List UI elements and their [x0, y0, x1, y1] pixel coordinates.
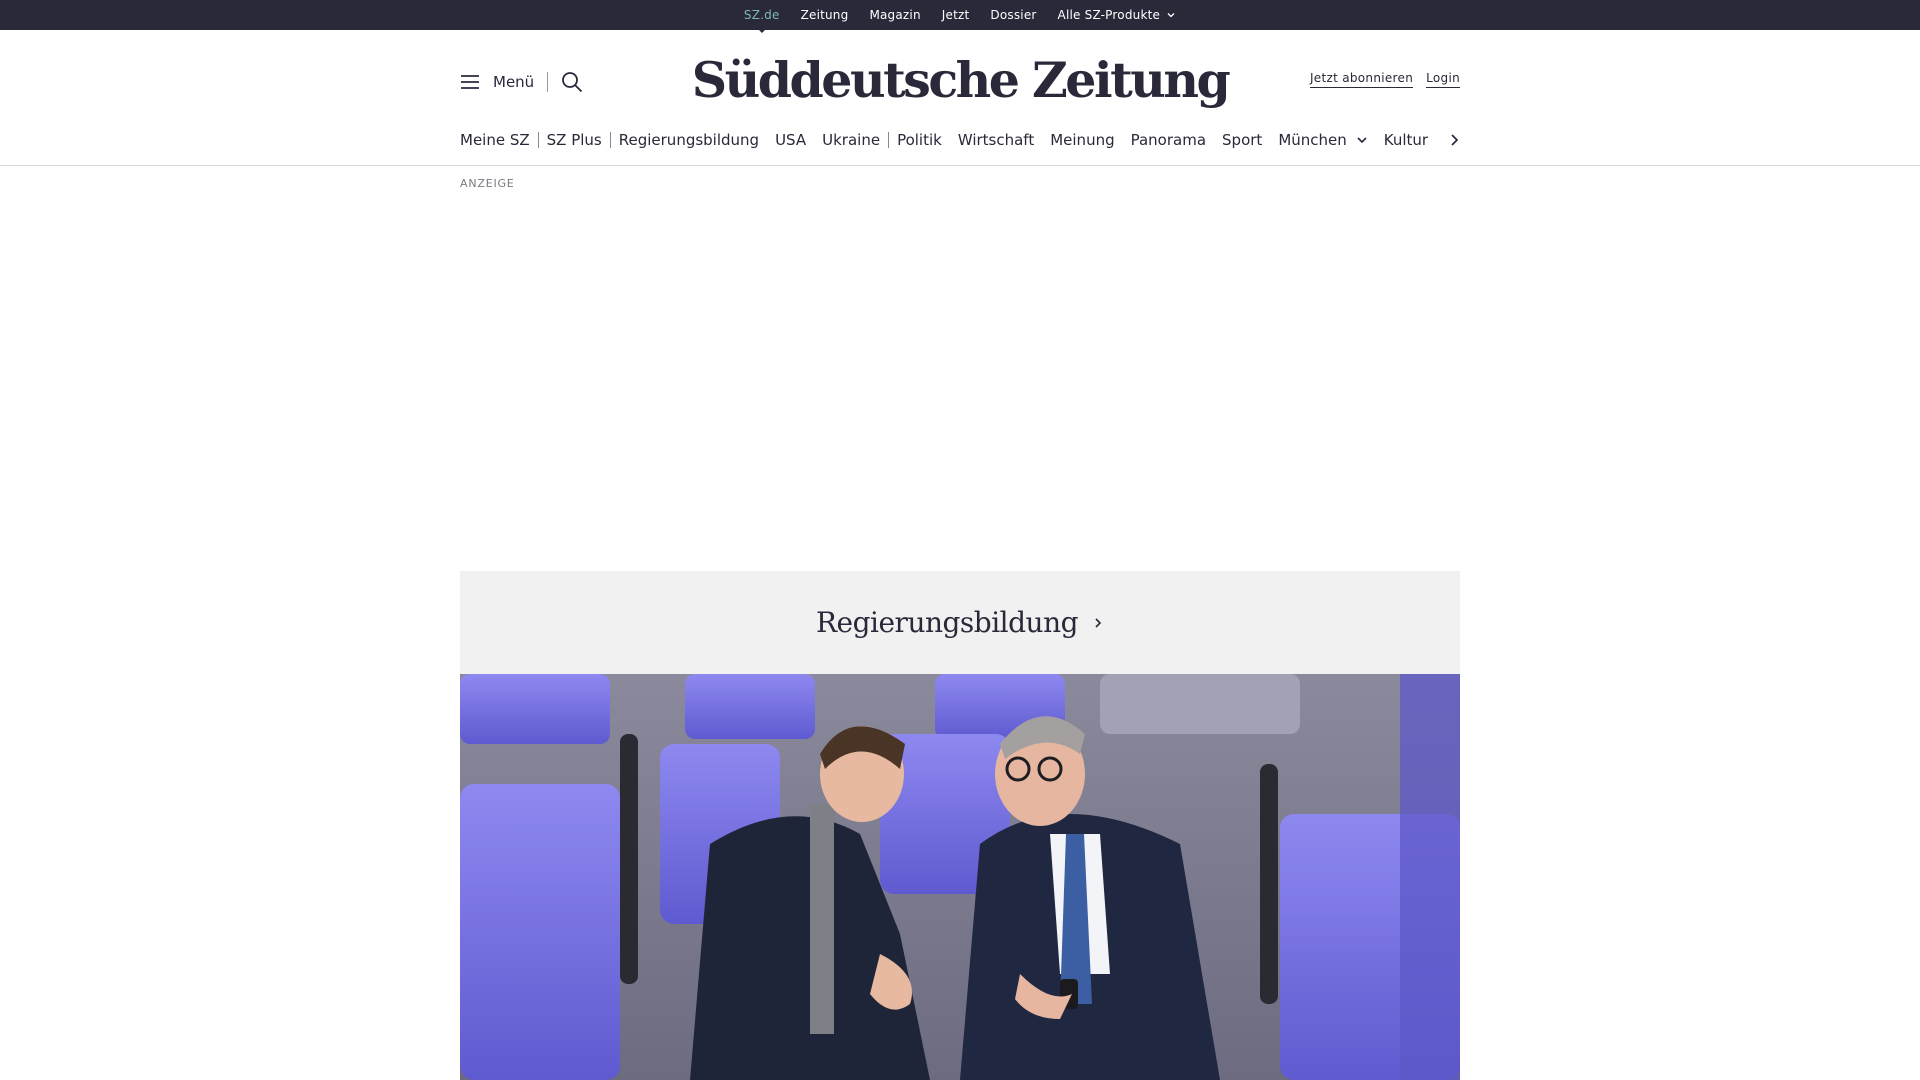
nav-item-kultur[interactable]: Kultur — [1384, 131, 1428, 149]
nav-divider — [609, 132, 611, 148]
ad-slot — [460, 195, 1460, 565]
account-links: Jetzt abonnieren Login — [1309, 71, 1460, 88]
topic-title: Regierungsbildung — [815, 606, 1079, 639]
chevron-down-icon — [1167, 13, 1175, 18]
nav-item-sport[interactable]: Sport — [1222, 131, 1262, 149]
product-link-label: SZ.de — [743, 8, 780, 22]
ad-label: ANZEIGE — [460, 177, 515, 190]
chevron-right-icon[interactable] — [1448, 132, 1460, 148]
product-link-alle-produkte[interactable]: Alle SZ-Produkte — [1058, 8, 1177, 22]
site-logo[interactable]: Süddeutsche Zeitung — [692, 46, 1231, 114]
nav-item-label: München — [1278, 131, 1347, 149]
product-link-label: Alle SZ-Produkte — [1057, 8, 1161, 22]
search-button[interactable] — [561, 71, 583, 93]
login-link[interactable]: Login — [1426, 71, 1460, 88]
nav-item-politik[interactable]: Politik — [897, 131, 942, 149]
chevron-right-icon — [1095, 617, 1102, 628]
nav-item-meinung[interactable]: Meinung — [1050, 131, 1114, 149]
nav-item-ukraine[interactable]: Ukraine — [822, 131, 880, 149]
nav-item-muenchen[interactable]: München — [1278, 131, 1367, 149]
nav-item-usa[interactable]: USA — [775, 131, 806, 149]
nav-item-regierungsbildung[interactable]: Regierungsbildung — [619, 131, 759, 149]
section-nav: Meine SZ SZ Plus Regierungsbildung USA U… — [460, 129, 1460, 151]
hamburger-icon — [461, 75, 479, 89]
nav-divider — [537, 132, 539, 148]
chevron-down-icon — [1357, 137, 1367, 144]
topic-header-link[interactable]: Regierungsbildung — [460, 571, 1460, 674]
nav-item-sz-plus[interactable]: SZ Plus — [547, 131, 602, 149]
product-link-jetzt[interactable]: Jetzt — [942, 8, 970, 22]
product-link-label: Zeitung — [800, 8, 849, 22]
nav-item-panorama[interactable]: Panorama — [1131, 131, 1206, 149]
divider — [547, 72, 549, 92]
site-header: Menü Süddeutsche Zeitung Jetzt abonniere… — [0, 30, 1920, 166]
nav-divider — [888, 132, 890, 148]
product-link-dossier[interactable]: Dossier — [990, 8, 1036, 22]
nav-item-wirtschaft[interactable]: Wirtschaft — [958, 131, 1034, 149]
product-link-label: Jetzt — [941, 8, 970, 22]
nav-item-meine-sz[interactable]: Meine SZ — [460, 131, 530, 149]
menu-label: Menü — [493, 73, 535, 91]
product-link-szde[interactable]: SZ.de — [743, 8, 780, 33]
product-link-label: Dossier — [990, 8, 1037, 22]
subscribe-link[interactable]: Jetzt abonnieren — [1309, 71, 1414, 88]
search-icon — [562, 72, 583, 93]
menu-button[interactable]: Menü — [460, 73, 534, 91]
product-bar: SZ.de Zeitung Magazin Jetzt Dossier Alle… — [0, 0, 1920, 33]
product-link-magazin[interactable]: Magazin — [869, 8, 920, 22]
product-link-zeitung[interactable]: Zeitung — [801, 8, 849, 22]
product-link-label: Magazin — [869, 8, 921, 22]
hero-image[interactable] — [460, 674, 1460, 1080]
header-tools: Menü — [460, 70, 583, 94]
hero-photo — [460, 674, 1460, 1080]
